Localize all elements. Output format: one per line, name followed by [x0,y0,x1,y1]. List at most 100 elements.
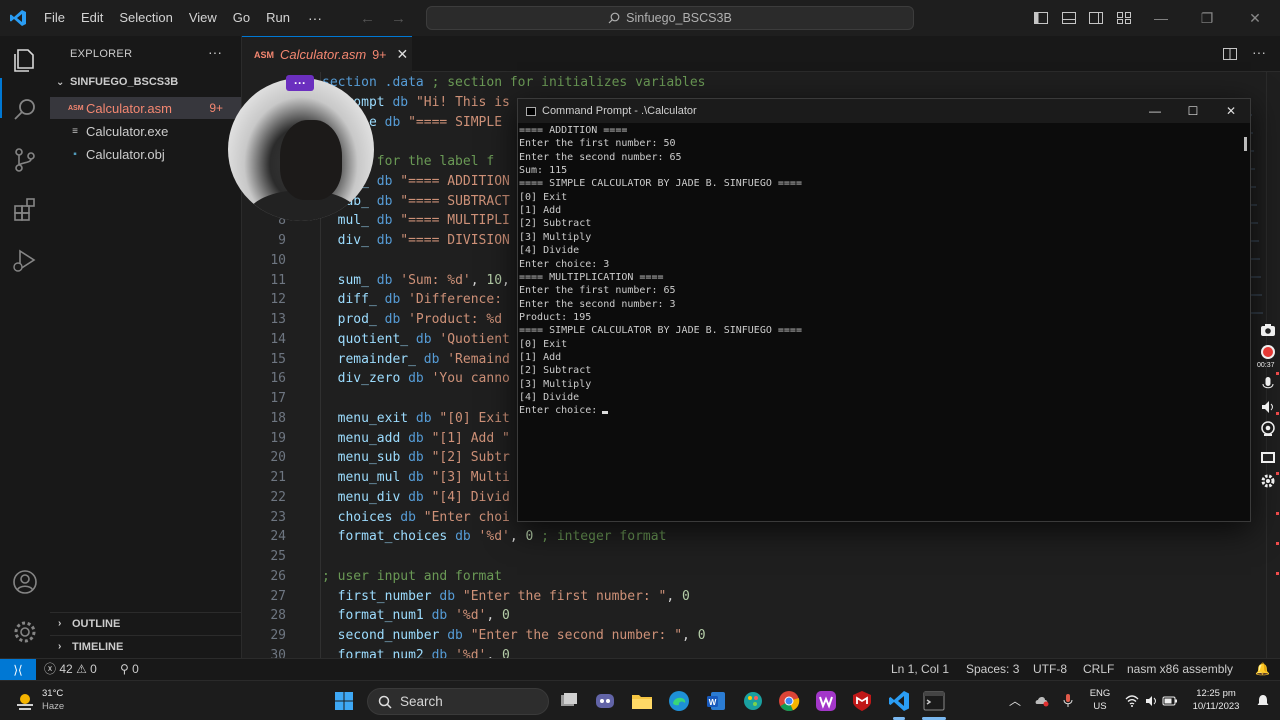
extensions-icon[interactable] [11,196,39,224]
cmd-title-bar[interactable]: Command Prompt - .\Calculator — ☐ ✕ [518,99,1250,123]
mcafee-icon[interactable] [850,689,874,713]
source-control-icon[interactable] [11,146,39,174]
code-line[interactable]: 29 second_number db "Enter the second nu… [242,626,1182,646]
taskbar-search[interactable]: Search [367,688,549,715]
notification-center-icon[interactable] [1256,694,1270,708]
search-placeholder: Search [400,694,443,709]
battery-icon[interactable] [1162,694,1178,708]
task-view-icon[interactable] [557,689,581,713]
terminal-taskbar-icon[interactable] [922,689,946,713]
code-line[interactable]: 24 format_choices db '%d', 0 ; integer f… [242,527,1182,547]
microphone-icon[interactable] [1061,693,1075,709]
language-code[interactable]: ENG [1088,688,1112,700]
paint-icon[interactable] [741,689,765,713]
cursor-position[interactable]: Ln 1, Col 1 [891,659,949,680]
weather-haze-icon[interactable] [14,690,36,712]
file-item-calculator-exe[interactable]: ≡ Calculator.exe [50,120,241,142]
explorer-files-icon[interactable] [11,46,39,74]
split-editor-icon[interactable] [1222,46,1238,62]
run-debug-icon[interactable] [11,246,39,274]
close-icon[interactable]: ✕ [396,46,408,63]
camera-icon[interactable] [1260,322,1276,338]
code-line[interactable]: section .data ; section for initializes … [242,73,1182,93]
window-close-button[interactable]: ✕ [1232,0,1278,36]
menu-more-button[interactable]: ··· [298,10,332,26]
recorder-settings-gear-icon[interactable] [1260,473,1276,489]
code-token: 0 [697,628,706,643]
chevron-up-icon[interactable]: ︿ [1009,692,1021,709]
indentation-status[interactable]: Spaces: 3 [966,659,1019,680]
language-region[interactable]: US [1088,701,1112,713]
file-explorer-icon[interactable] [630,689,654,713]
command-prompt-window[interactable]: Command Prompt - .\Calculator — ☐ ✕ ====… [517,98,1251,522]
eol-status[interactable]: CRLF [1083,659,1114,680]
code-token: db [415,331,440,347]
window-restore-button[interactable]: ❐ [1184,0,1230,36]
problems-status[interactable]: ⓧ 42 ⚠ 0 [44,659,97,680]
menu-edit[interactable]: Edit [73,0,111,36]
forward-arrow-icon[interactable]: → [383,10,414,27]
menu-view[interactable]: View [181,0,225,36]
speaker-icon[interactable] [1260,399,1276,415]
outline-section[interactable]: › OUTLINE [50,612,241,634]
cmd-output[interactable]: ==== ADDITION ==== Enter the first number… [518,123,1236,521]
microphone-icon[interactable] [1260,376,1276,392]
customize-layout-icon[interactable] [1116,10,1132,26]
clock-time[interactable]: 12:25 pm [1186,688,1246,700]
purple-app-icon[interactable] [814,689,838,713]
encoding-status[interactable]: UTF-8 [1033,659,1067,680]
editor-more-button[interactable]: ··· [1252,44,1266,60]
teams-chat-icon[interactable] [593,689,617,713]
code-token: menu_add [322,430,409,446]
webcam-icon[interactable] [1260,421,1276,437]
word-icon[interactable]: W [704,689,728,713]
code-line[interactable]: 26 ; user input and format [242,567,1182,587]
cmd-scrollbar-thumb[interactable] [1244,137,1247,151]
onedrive-icon[interactable] [1035,694,1049,708]
file-item-calculator-obj[interactable]: ▪ Calculator.obj [50,143,241,165]
cmd-maximize-button[interactable]: ☐ [1174,99,1212,123]
menu-go[interactable]: Go [225,0,258,36]
menu-selection[interactable]: Selection [111,0,180,36]
toggle-secondary-sidebar-icon[interactable] [1088,10,1104,26]
chrome-browser-icon[interactable] [777,689,801,713]
code-token: db [384,312,409,327]
record-icon[interactable] [1260,344,1276,360]
ports-status[interactable]: ⚲ 0 [120,659,139,680]
screen-icon[interactable] [1260,450,1276,466]
line-text: remainder_ db 'Remaind [322,350,510,370]
accounts-icon[interactable] [11,568,39,596]
code-line[interactable]: 28 format_num1 db '%d', 0 [242,606,1182,626]
code-token: db [376,213,401,229]
workspace-folder[interactable]: ⌄ SINFUEGO_BSCS3B [56,76,178,88]
cmd-close-button[interactable]: ✕ [1212,99,1250,123]
clock-date[interactable]: 10/11/2023 [1186,701,1246,713]
toggle-panel-icon[interactable] [1061,10,1077,26]
window-minimize-button[interactable]: — [1138,0,1184,36]
webcam-more-button[interactable]: ··· [286,75,314,91]
file-item-calculator-asm[interactable]: ASM Calculator.asm 9+ [50,97,241,119]
code-token: prod_ [322,312,385,327]
start-windows-icon[interactable] [332,689,356,713]
notifications-bell-icon[interactable]: 🔔 [1255,659,1270,680]
toggle-primary-sidebar-icon[interactable] [1033,10,1049,26]
code-line[interactable]: 27 first_number db "Enter the first numb… [242,587,1182,607]
explorer-more-button[interactable]: ··· [208,44,222,60]
menu-file[interactable]: File [36,0,73,36]
command-center-search[interactable]: Sinfuego_BSCS3B [426,6,914,30]
back-arrow-icon[interactable]: ← [352,10,383,27]
wifi-icon[interactable] [1125,694,1139,708]
menu-run[interactable]: Run [258,0,298,36]
remote-indicator-icon[interactable]: ⟩⟨ [0,659,36,680]
vscode-taskbar-icon[interactable] [887,689,911,713]
code-line[interactable]: 25 [242,547,1182,567]
language-mode[interactable]: nasm x86 assembly [1127,659,1233,680]
edge-browser-icon[interactable] [667,689,691,713]
timeline-section[interactable]: › TIMELINE [50,635,241,657]
search-icon[interactable] [11,96,39,124]
volume-icon[interactable] [1144,694,1158,708]
tab-calculator-asm[interactable]: ASM Calculator.asm 9+ ✕ [242,36,412,72]
settings-gear-icon[interactable] [11,618,39,646]
cmd-minimize-button[interactable]: — [1136,99,1174,123]
cmd-output-line: [4] Divide [519,244,579,257]
